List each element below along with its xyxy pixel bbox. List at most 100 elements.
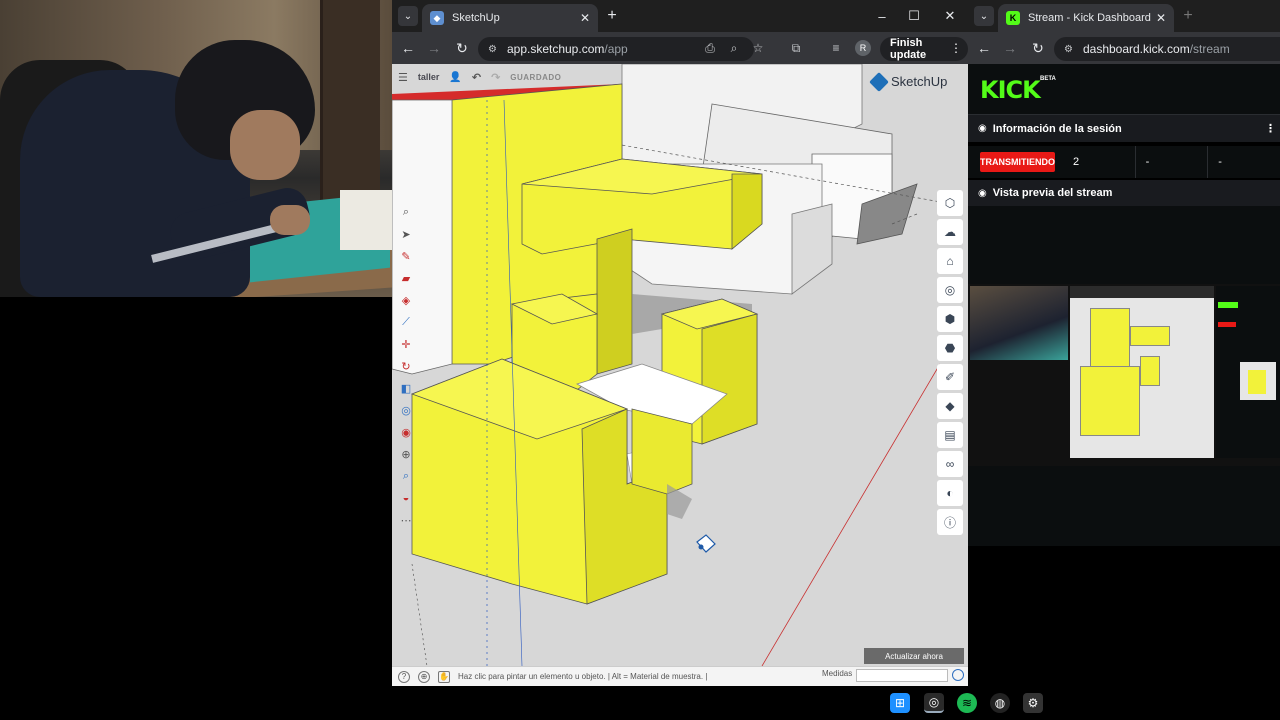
redo-icon[interactable]: ↷ bbox=[491, 71, 500, 84]
components-icon[interactable]: ⬡ bbox=[937, 190, 963, 216]
paper-sheet bbox=[340, 190, 392, 250]
paint-bucket-icon[interactable]: ◈ bbox=[398, 292, 414, 308]
preview-webcam bbox=[970, 286, 1068, 360]
soften-icon[interactable]: ✐ bbox=[937, 364, 963, 390]
line-icon[interactable]: ⟋ bbox=[398, 314, 414, 330]
pencil-icon[interactable]: ✎ bbox=[398, 248, 414, 264]
site-info-icon[interactable]: ⚙ bbox=[488, 44, 497, 55]
zoom-icon[interactable]: ⌕ bbox=[398, 468, 414, 484]
tab-strip-right: ⌄ K Stream - Kick Dashboard ✕ + bbox=[968, 0, 1280, 32]
sketchup-viewport[interactable]: ☰ taller 👤 ↶ ↷ GUARDADO SketchUp ⌕ ➤ ✎ ▰… bbox=[392, 64, 968, 666]
kick-favicon-icon: K bbox=[1006, 11, 1020, 25]
minimize-button[interactable]: – bbox=[870, 6, 894, 26]
viewer-count: 2 bbox=[1073, 156, 1080, 168]
scale-icon[interactable]: ◧ bbox=[398, 380, 414, 396]
install-app-icon[interactable]: ⎙ bbox=[702, 40, 718, 56]
extensions-icon[interactable]: ⧉ bbox=[788, 40, 804, 56]
move-icon[interactable]: ✛ bbox=[398, 336, 414, 352]
sketchup-browser-window: ⌄ ◆ SketchUp ✕ + – ☐ ✕ ← → ↻ ⚙ app.sketc… bbox=[392, 0, 968, 686]
entity-info-icon[interactable]: ⬣ bbox=[937, 335, 963, 361]
bookmark-star-icon[interactable]: ☆ bbox=[750, 40, 766, 56]
reload-button[interactable]: ↻ bbox=[1028, 38, 1048, 58]
update-now-button[interactable]: Actualizar ahora bbox=[864, 648, 964, 664]
new-tab-button[interactable]: + bbox=[602, 6, 622, 26]
more-icon[interactable]: ⋯ bbox=[398, 512, 414, 528]
more-menu-icon[interactable]: ⋮ bbox=[948, 40, 964, 56]
media-controls-icon[interactable]: ≡ bbox=[828, 40, 844, 56]
address-bar[interactable]: ⚙ dashboard.kick.com/stream bbox=[1054, 37, 1280, 61]
preview-icon: ◉ bbox=[978, 187, 987, 199]
url-host: app.sketchup.com bbox=[506, 42, 605, 56]
measurements-input[interactable] bbox=[856, 669, 948, 682]
close-icon[interactable]: ✕ bbox=[580, 11, 590, 25]
background-door bbox=[320, 0, 380, 210]
tape-icon[interactable]: ◉ bbox=[398, 424, 414, 440]
tab-title: Stream - Kick Dashboard bbox=[1028, 12, 1151, 24]
file-name[interactable]: taller bbox=[418, 72, 440, 82]
right-panel-toolbar: ⬡ ☁ ⌂ ◎ ⬢ ⬣ ✐ ◆ ▤ ∞ ◐ ⓘ bbox=[937, 190, 963, 535]
orbit-icon[interactable]: ⊕ bbox=[398, 446, 414, 462]
undo-icon[interactable]: ↶ bbox=[472, 71, 481, 84]
settings-gear-icon[interactable]: ⚙ bbox=[1023, 693, 1043, 713]
rotate-icon[interactable]: ↻ bbox=[398, 358, 414, 374]
reload-button[interactable]: ↻ bbox=[452, 38, 472, 58]
close-icon[interactable]: ✕ bbox=[1156, 11, 1166, 25]
styles-icon[interactable]: ⌂ bbox=[937, 248, 963, 274]
site-info-icon[interactable]: ⚙ bbox=[1064, 44, 1073, 55]
obs-icon[interactable]: ◍ bbox=[990, 693, 1010, 713]
beta-badge: BETA bbox=[1040, 76, 1056, 82]
broadcast-icon: ◉ bbox=[978, 123, 987, 134]
sketchup-logo-icon bbox=[869, 71, 889, 92]
glasses-icon[interactable]: ∞ bbox=[937, 451, 963, 477]
back-button[interactable]: ← bbox=[974, 38, 994, 58]
tab-search-button[interactable]: ⌄ bbox=[974, 6, 994, 26]
scenes-icon[interactable]: ◎ bbox=[937, 277, 963, 303]
search-icon[interactable]: ⌕ bbox=[398, 204, 414, 220]
user-icon[interactable]: 👤 bbox=[449, 72, 461, 83]
globe-icon[interactable]: ⊕ bbox=[418, 670, 430, 683]
hand-icon[interactable]: ✋ bbox=[438, 670, 450, 683]
windows-start-icon[interactable]: ⊞ bbox=[890, 693, 910, 713]
zoom-icon[interactable]: ⌕ bbox=[726, 40, 742, 56]
info-icon[interactable]: ⓘ bbox=[937, 509, 963, 535]
push-pull-icon[interactable]: ◎ bbox=[398, 402, 414, 418]
stream-preview-video[interactable] bbox=[968, 284, 1280, 466]
tags-icon[interactable]: ◆ bbox=[937, 393, 963, 419]
kick-logo[interactable]: KICK bbox=[980, 76, 1041, 104]
tab-search-button[interactable]: ⌄ bbox=[398, 6, 418, 26]
tab-sketchup[interactable]: ◆ SketchUp ✕ bbox=[422, 4, 598, 32]
person-hand bbox=[270, 205, 310, 235]
help-icon[interactable]: ? bbox=[398, 670, 410, 683]
taskbar bbox=[0, 686, 1280, 720]
eraser-icon[interactable]: ▰ bbox=[398, 270, 414, 286]
forward-button[interactable]: → bbox=[424, 38, 444, 58]
select-icon[interactable]: ➤ bbox=[398, 226, 414, 242]
back-button[interactable]: ← bbox=[398, 38, 418, 58]
preview-title: Vista previa del stream bbox=[992, 187, 1113, 199]
session-title: Información de la sesión bbox=[992, 122, 1122, 135]
brand-text: SketchUp bbox=[891, 74, 948, 89]
outliner-icon[interactable]: ⬢ bbox=[937, 306, 963, 332]
hamburger-menu-icon[interactable]: ☰ bbox=[398, 71, 408, 84]
section-icon[interactable]: ◒ bbox=[398, 490, 414, 506]
sketchup-header: ☰ taller 👤 ↶ ↷ GUARDADO bbox=[392, 64, 592, 90]
measure-globe-icon[interactable] bbox=[952, 669, 964, 681]
model-canvas[interactable] bbox=[392, 64, 968, 666]
new-tab-button[interactable]: + bbox=[1178, 6, 1198, 26]
tab-strip: ⌄ ◆ SketchUp ✕ + – ☐ ✕ bbox=[392, 0, 968, 32]
kick-browser-window: ⌄ K Stream - Kick Dashboard ✕ + ← → ↻ ⚙ … bbox=[968, 0, 1280, 686]
close-window-button[interactable]: ✕ bbox=[938, 6, 962, 26]
more-options-icon[interactable]: ⋮ bbox=[1265, 122, 1276, 135]
person-face bbox=[230, 110, 300, 180]
profile-avatar[interactable]: R bbox=[855, 40, 871, 56]
tab-kick[interactable]: K Stream - Kick Dashboard ✕ bbox=[998, 4, 1174, 32]
display-icon[interactable]: ◐ bbox=[937, 480, 963, 506]
materials-icon[interactable]: ☁ bbox=[937, 219, 963, 245]
forward-button[interactable]: → bbox=[1000, 38, 1020, 58]
sketchup-brand: SketchUp bbox=[869, 71, 948, 92]
scene-icon[interactable]: ▤ bbox=[937, 422, 963, 448]
chrome-icon[interactable]: ◎ bbox=[924, 693, 944, 713]
stat-subs: - bbox=[1218, 156, 1222, 168]
spotify-icon[interactable]: ≋ bbox=[957, 693, 977, 713]
maximize-button[interactable]: ☐ bbox=[902, 6, 926, 26]
